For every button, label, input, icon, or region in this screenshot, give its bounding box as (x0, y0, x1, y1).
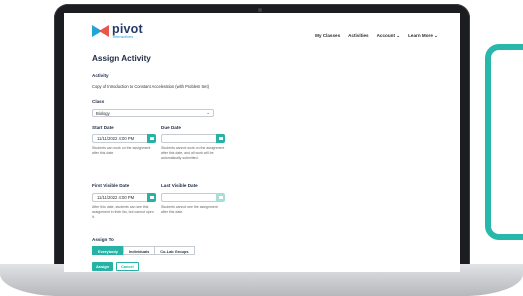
cancel-button[interactable]: Cancel (116, 262, 139, 271)
activity-value: Copy of Introduction to Constant Acceler… (92, 84, 209, 89)
first-visible-date-input[interactable]: 11/11/2022 4:00 PM (92, 193, 147, 202)
last-visible-date-hint: Students cannot see the assignment after… (161, 205, 218, 214)
due-date-picker[interactable] (161, 134, 225, 143)
start-date-label: Start Date (92, 125, 114, 130)
top-navigation: pivot interactives My Classes Activities… (64, 13, 460, 49)
start-date-picker[interactable]: 11/11/2022 4:00 PM (92, 134, 156, 143)
pivot-logo[interactable]: pivot interactives (92, 23, 143, 39)
first-visible-date-picker[interactable]: 11/11/2022 4:00 PM (92, 193, 156, 202)
first-visible-date-label: First Visible Date (92, 183, 130, 188)
camera-dot (258, 8, 262, 12)
pivot-logo-icon (92, 24, 110, 37)
assign-to-label: Assign To (92, 237, 114, 242)
assign-to-individuals[interactable]: Individuals (122, 246, 156, 255)
assign-to-colab-groups[interactable]: Co-Lab Groups (154, 246, 195, 255)
assign-to-everybody[interactable]: Everybody (92, 246, 124, 255)
page-title: Assign Activity (92, 54, 151, 63)
calendar-icon[interactable] (147, 134, 156, 143)
due-date-input[interactable] (161, 134, 216, 143)
due-date-label: Due Date (161, 125, 181, 130)
last-visible-date-input[interactable] (161, 193, 216, 202)
calendar-icon[interactable] (147, 193, 156, 202)
calendar-icon[interactable] (216, 134, 225, 143)
last-visible-date-label: Last Visible Date (161, 183, 198, 188)
start-date-input[interactable]: 11/11/2022 4:00 PM (92, 134, 147, 143)
nav-account[interactable]: Account ⌄ (377, 33, 401, 39)
activity-label: Activity (92, 73, 109, 78)
chevron-down-icon: ⌄ (206, 110, 210, 115)
assign-button[interactable]: Assign (92, 262, 113, 271)
assign-to-segmented-control: Everybody Individuals Co-Lab Groups (92, 246, 195, 255)
decorative-frame (485, 44, 523, 240)
nav-activities[interactable]: Activities (348, 33, 368, 39)
calendar-icon[interactable] (216, 193, 225, 202)
class-label: Class (92, 99, 105, 104)
class-select-value: Biology (96, 111, 110, 116)
due-date-hint: Students cannot work on the assignment a… (161, 146, 225, 160)
first-visible-date-hint: After this date, students can see this a… (92, 205, 154, 219)
last-visible-date-picker[interactable] (161, 193, 225, 202)
laptop-screen: pivot interactives My Classes Activities… (64, 13, 460, 272)
start-date-hint: Students can work on the assignment afte… (92, 146, 151, 155)
nav-my-classes[interactable]: My Classes (315, 33, 340, 39)
assign-activity-form: Assign Activity (92, 54, 422, 71)
nav-menu: My Classes Activities Account ⌄ Learn Mo… (315, 33, 438, 39)
nav-learn-more[interactable]: Learn More ⌄ (408, 33, 438, 39)
class-select[interactable]: Biology ⌄ (92, 109, 214, 117)
